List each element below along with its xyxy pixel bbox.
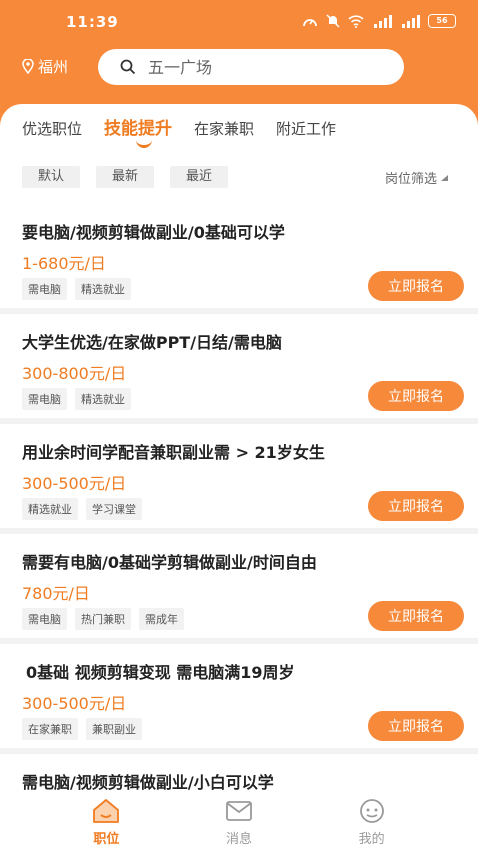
job-salary: 300-500元/日 bbox=[22, 474, 127, 493]
status-time: 11:39 bbox=[66, 13, 119, 31]
filter-default[interactable]: 默认 bbox=[22, 166, 80, 188]
home-icon bbox=[93, 799, 120, 823]
job-tag: 需电脑 bbox=[22, 278, 67, 300]
job-tags: 在家兼职 兼职副业 bbox=[22, 718, 142, 740]
location-selector[interactable]: 福州 bbox=[22, 56, 68, 77]
category-tabs: 优选职位 技能提升 在家兼职 附近工作 bbox=[22, 118, 358, 140]
tab-featured-jobs[interactable]: 优选职位 bbox=[22, 118, 82, 140]
job-tag: 精选就业 bbox=[75, 388, 131, 410]
position-filter-label: 岗位筛选 bbox=[384, 172, 437, 187]
job-tag: 需电脑 bbox=[22, 608, 67, 630]
job-title: 需要有电脑/0基础学剪辑做副业/时间自由 bbox=[22, 553, 317, 572]
job-tag: 需电脑 bbox=[22, 388, 67, 410]
job-tags: 需电脑 热门兼职 需成年 bbox=[22, 608, 184, 630]
job-tag: 热门兼职 bbox=[75, 608, 131, 630]
job-tags: 需电脑 精选就业 bbox=[22, 388, 131, 410]
search-input[interactable] bbox=[148, 57, 368, 77]
job-title: 大学生优选/在家做PPT/日结/需电脑 bbox=[22, 333, 282, 352]
job-tag: 精选就业 bbox=[75, 278, 131, 300]
search-bar[interactable] bbox=[98, 49, 404, 85]
nav-profile[interactable]: 我的 bbox=[332, 792, 412, 850]
nav-jobs[interactable]: 职位 bbox=[66, 792, 146, 850]
location-label: 福州 bbox=[38, 58, 69, 76]
tab-nearby-jobs[interactable]: 附近工作 bbox=[276, 118, 336, 140]
job-card[interactable]: 用业余时间学配音兼职副业需 > 21岁女生 300-500元/日 精选就业 学习… bbox=[0, 424, 478, 528]
apply-button[interactable]: 立即报名 bbox=[368, 271, 464, 301]
job-card[interactable]: 要电脑/视频剪辑做副业/0基础可以学 1-680元/日 需电脑 精选就业 立即报… bbox=[0, 204, 478, 308]
signal-icon-2 bbox=[402, 14, 420, 28]
tab-work-from-home[interactable]: 在家兼职 bbox=[194, 118, 254, 140]
job-tag: 学习课堂 bbox=[86, 498, 142, 520]
tab-skill-upgrade[interactable]: 技能提升 bbox=[104, 118, 172, 140]
nav-label: 职位 bbox=[93, 832, 120, 847]
job-salary: 1-680元/日 bbox=[22, 254, 106, 273]
search-icon bbox=[120, 59, 136, 75]
job-tags: 精选就业 学习课堂 bbox=[22, 498, 142, 520]
apply-button[interactable]: 立即报名 bbox=[368, 601, 464, 631]
profile-icon bbox=[359, 799, 384, 823]
filter-bar: 默认 最新 最近 岗位筛选 bbox=[0, 166, 478, 190]
triangle-down-icon bbox=[441, 174, 448, 181]
job-tags: 需电脑 精选就业 bbox=[22, 278, 131, 300]
apply-button[interactable]: 立即报名 bbox=[368, 381, 464, 411]
apply-button[interactable]: 立即报名 bbox=[368, 491, 464, 521]
filter-nearest[interactable]: 最近 bbox=[170, 166, 228, 188]
nav-label: 消息 bbox=[225, 832, 252, 847]
job-tag: 精选就业 bbox=[22, 498, 78, 520]
job-title: 0基础 视频剪辑变现 需电脑满19周岁 bbox=[26, 663, 295, 682]
wifi-icon bbox=[348, 14, 364, 28]
job-card[interactable]: 大学生优选/在家做PPT/日结/需电脑 300-800元/日 需电脑 精选就业 … bbox=[0, 314, 478, 418]
job-salary: 300-800元/日 bbox=[22, 364, 127, 383]
status-bar: 11:39 56 bbox=[0, 0, 478, 46]
job-tag: 需成年 bbox=[139, 608, 184, 630]
speedometer-icon bbox=[303, 19, 317, 27]
filter-newest[interactable]: 最新 bbox=[96, 166, 154, 188]
bottom-nav: 职位 消息 我的 bbox=[0, 792, 478, 850]
apply-button[interactable]: 立即报名 bbox=[368, 711, 464, 741]
location-pin-icon bbox=[22, 59, 34, 74]
mute-icon bbox=[326, 14, 340, 28]
job-title: 用业余时间学配音兼职副业需 > 21岁女生 bbox=[22, 443, 325, 462]
job-card[interactable]: 0基础 视频剪辑变现 需电脑满19周岁 300-500元/日 在家兼职 兼职副业… bbox=[0, 644, 478, 748]
filter-panel: 优选职位 技能提升 在家兼职 附近工作 默认 最新 最近 岗位筛选 bbox=[0, 104, 478, 204]
job-tag: 在家兼职 bbox=[22, 718, 78, 740]
nav-label: 我的 bbox=[358, 832, 385, 847]
job-title: 要电脑/视频剪辑做副业/0基础可以学 bbox=[22, 223, 285, 242]
job-salary: 300-500元/日 bbox=[22, 694, 127, 713]
active-tab-indicator bbox=[136, 140, 152, 148]
mail-icon bbox=[226, 801, 252, 821]
job-tag: 兼职副业 bbox=[86, 718, 142, 740]
job-card[interactable]: 需要有电脑/0基础学剪辑做副业/时间自由 780元/日 需电脑 热门兼职 需成年… bbox=[0, 534, 478, 638]
signal-icon-1 bbox=[374, 14, 392, 28]
position-filter-dropdown[interactable]: 岗位筛选 bbox=[385, 168, 448, 187]
nav-messages[interactable]: 消息 bbox=[199, 792, 279, 850]
job-salary: 780元/日 bbox=[22, 584, 90, 603]
job-title: 需电脑/视频剪辑做副业/小白可以学 bbox=[22, 773, 274, 792]
battery-icon: 56 bbox=[428, 14, 456, 28]
job-list: 要电脑/视频剪辑做副业/0基础可以学 1-680元/日 需电脑 精选就业 立即报… bbox=[0, 204, 478, 850]
status-icons: 56 bbox=[302, 14, 456, 28]
